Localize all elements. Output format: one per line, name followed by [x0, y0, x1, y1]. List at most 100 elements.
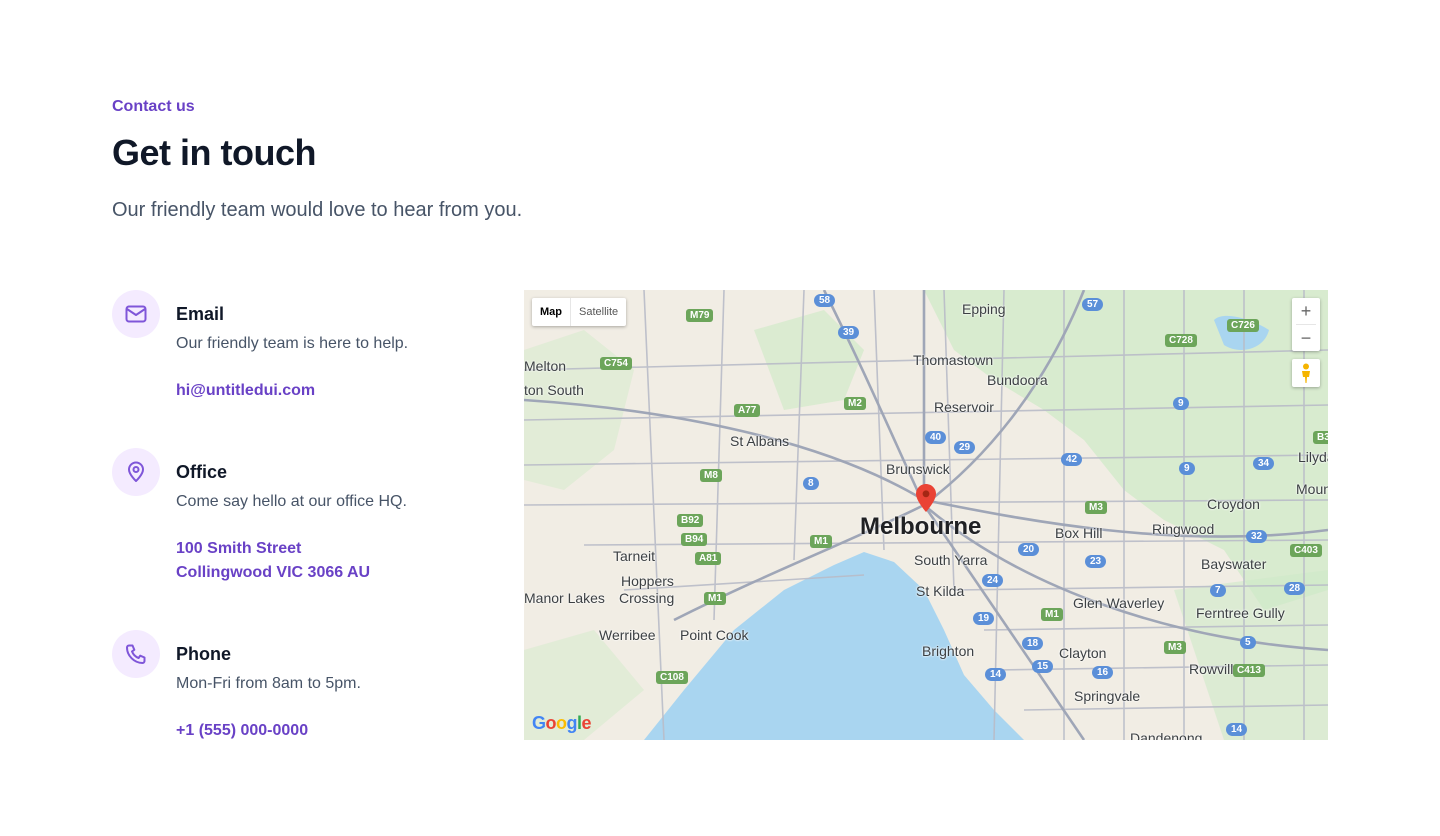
map-place-label: Clayton [1059, 645, 1107, 661]
road-shield: M1 [704, 592, 726, 605]
page-title: Get in touch [112, 132, 317, 173]
road-shield: 23 [1085, 555, 1107, 568]
map-place-label: Lilydal [1298, 449, 1328, 465]
phone-link[interactable]: +1 (555) 000-0000 [176, 719, 308, 743]
map-place-label: Hoppers [621, 573, 674, 589]
map-place-label: South Yarra [914, 552, 988, 568]
section-eyebrow: Contact us [112, 98, 195, 115]
map-place-label: Box Hill [1055, 525, 1103, 541]
map-place-label: St Kilda [916, 583, 965, 599]
office-address-line1[interactable]: 100 Smith Street [176, 537, 301, 561]
road-shield: 16 [1092, 666, 1114, 679]
map-place-label: Ringwood [1152, 521, 1215, 537]
map-place-label: Glen Waverley [1073, 595, 1165, 611]
map-type-satellite-button[interactable]: Satellite [570, 298, 626, 326]
road-shield: A77 [734, 404, 761, 417]
road-shield: 9 [1173, 397, 1189, 410]
map-place-label: ton South [524, 382, 584, 398]
contact-email: Email Our friendly team is here to help.… [112, 290, 492, 400]
road-shield: C754 [600, 357, 632, 370]
road-shield: 57 [1082, 298, 1104, 311]
road-shield: M1 [1041, 608, 1063, 621]
map-type-map-button[interactable]: Map [532, 298, 570, 326]
map-place-label: Dandenong [1130, 730, 1203, 740]
map-place-label: Manor Lakes [524, 590, 605, 606]
office-description: Come say hello at our office HQ. [176, 493, 407, 510]
office-heading: Office [176, 462, 228, 482]
phone-heading: Phone [176, 644, 232, 664]
map-place-label: Croydon [1207, 496, 1260, 512]
road-shield: M1 [810, 535, 832, 548]
map-place-label: Bundoora [987, 372, 1048, 388]
road-shield: 19 [973, 612, 995, 625]
map-place-label: Ferntree Gully [1196, 605, 1285, 621]
road-shield: M2 [844, 397, 866, 410]
road-shield: C108 [656, 671, 688, 684]
road-shield: M3 [1164, 641, 1186, 654]
map-city-label: Melbourne [860, 513, 982, 540]
email-link[interactable]: hi@untitledui.com [176, 379, 315, 403]
road-shield: 7 [1210, 584, 1226, 597]
google-logo: Google [532, 713, 592, 733]
road-shield: 58 [814, 294, 836, 307]
mail-icon [112, 290, 160, 338]
map-embed[interactable]: Epping Melton ton South Thomastown Bundo… [524, 290, 1328, 740]
road-shield: 9 [1179, 462, 1195, 475]
map-place-label: Bayswater [1201, 556, 1267, 572]
road-shield: 40 [925, 431, 947, 444]
road-shield: 42 [1061, 453, 1083, 466]
road-shield: 20 [1018, 543, 1040, 556]
road-shield: 14 [985, 668, 1007, 681]
road-shield: C413 [1233, 664, 1265, 677]
map-place-label: St Albans [730, 433, 790, 449]
contact-office: Office Come say hello at our office HQ. … [112, 448, 492, 588]
zoom-out-button[interactable]: − [1292, 325, 1320, 351]
road-shield: C403 [1290, 544, 1322, 557]
map-place-label: Tarneit [613, 548, 656, 564]
page-subtitle: Our friendly team would love to hear fro… [112, 199, 523, 221]
road-shield: 15 [1032, 660, 1054, 673]
road-shield: 28 [1284, 582, 1306, 595]
street-view-pegman-icon[interactable] [1292, 359, 1320, 387]
road-shield: A81 [695, 552, 722, 565]
map-place-label: Thomastown [913, 352, 994, 368]
road-shield: M3 [1085, 501, 1107, 514]
zoom-in-button[interactable]: + [1292, 298, 1320, 324]
map-place-label: Point Cook [680, 627, 749, 643]
map-place-label: Moun [1296, 481, 1328, 497]
map-place-label: Werribee [599, 627, 656, 643]
phone-icon [112, 630, 160, 678]
road-shield: 5 [1240, 636, 1256, 649]
map-place-label: Springvale [1074, 688, 1141, 704]
phone-description: Mon-Fri from 8am to 5pm. [176, 675, 361, 692]
road-shield: M8 [700, 469, 722, 482]
road-shield: M79 [686, 309, 714, 322]
map-place-label: Reservoir [934, 399, 994, 415]
road-shield: 34 [1253, 457, 1275, 470]
map-place-label: Crossing [619, 590, 675, 606]
road-shield: 39 [838, 326, 860, 339]
road-shield: 24 [982, 574, 1004, 587]
map-place-label: Brighton [922, 643, 975, 659]
road-shield: 29 [954, 441, 976, 454]
road-shield: 14 [1226, 723, 1248, 736]
road-shield: 32 [1246, 530, 1268, 543]
map-place-label: Brunswick [886, 461, 950, 477]
road-shield: B92 [677, 514, 704, 527]
road-shield: B94 [681, 533, 708, 546]
map-marker-icon[interactable] [916, 484, 936, 512]
map-place-label: Epping [962, 301, 1006, 317]
road-shield: C728 [1165, 334, 1197, 347]
office-address-line2[interactable]: Collingwood VIC 3066 AU [176, 561, 370, 585]
zoom-control: + − [1292, 298, 1320, 351]
map-type-control: Map Satellite [532, 298, 627, 326]
email-heading: Email [176, 304, 225, 324]
contact-phone: Phone Mon-Fri from 8am to 5pm. +1 (555) … [112, 630, 492, 740]
road-shield: 18 [1022, 637, 1044, 650]
email-description: Our friendly team is here to help. [176, 335, 409, 352]
map-place-label: Melton [524, 358, 567, 374]
road-shield: 8 [803, 477, 819, 490]
road-shield: B3 [1313, 431, 1328, 444]
map-pin-icon [112, 448, 160, 496]
road-shield: C726 [1227, 319, 1259, 332]
